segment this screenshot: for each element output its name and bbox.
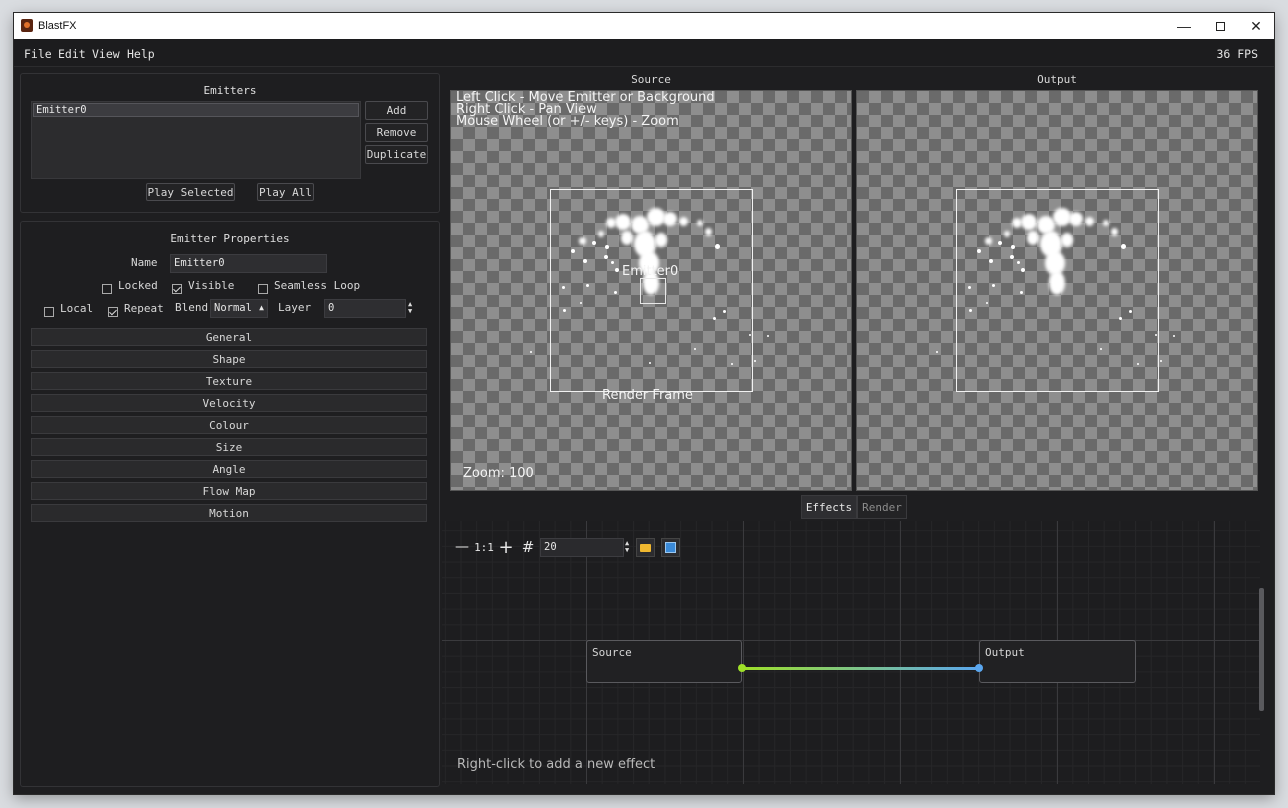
emitter-handle[interactable]: [640, 278, 666, 304]
menu-help[interactable]: Help: [127, 47, 155, 61]
local-label: Local: [60, 302, 94, 315]
window-title: BlastFX: [38, 20, 77, 32]
output-viewport-label: Output: [1037, 73, 1077, 86]
add-effect-hint: Right-click to add a new effect: [457, 757, 656, 772]
section-general[interactable]: General: [31, 328, 427, 346]
emitter-label: Emitter0: [622, 264, 679, 279]
grid-icon[interactable]: #: [519, 538, 537, 556]
save-icon: [665, 542, 676, 553]
source-output-pin[interactable]: [738, 664, 746, 672]
output-node[interactable]: Output: [979, 640, 1136, 683]
source-node[interactable]: Source: [586, 640, 742, 683]
duplicate-emitter-button[interactable]: Duplicate: [365, 145, 428, 164]
list-item[interactable]: Emitter0: [33, 103, 359, 117]
locked-checkbox[interactable]: [102, 284, 112, 294]
seamless-loop-checkbox[interactable]: [258, 284, 268, 294]
close-button[interactable]: ✕: [1238, 13, 1274, 39]
grid-size-spinner-icon[interactable]: ▲ ▼: [625, 540, 629, 554]
emitter-name-input[interactable]: Emitter0: [170, 254, 327, 273]
dropdown-arrows-icon: ▲: [259, 303, 264, 312]
blend-select[interactable]: Normal ▲: [210, 299, 268, 318]
remove-emitter-button[interactable]: Remove: [365, 123, 428, 142]
zoom-in-icon[interactable]: +: [497, 537, 515, 558]
source-viewport-label: Source: [631, 73, 671, 86]
play-selected-button[interactable]: Play Selected: [146, 183, 235, 201]
section-velocity[interactable]: Velocity: [31, 394, 427, 412]
menu-file[interactable]: File: [24, 47, 52, 61]
layer-spinner-icon[interactable]: ▲ ▼: [408, 301, 412, 315]
tab-effects[interactable]: Effects: [801, 495, 857, 519]
app-window: BlastFX — ✕ File Edit View Help 36 FPS E…: [14, 13, 1274, 794]
maximize-button[interactable]: [1202, 13, 1238, 39]
output-viewport: [856, 90, 1258, 491]
grid-size-input[interactable]: 20: [540, 538, 624, 557]
output-input-pin[interactable]: [975, 664, 983, 672]
emitters-panel: Emitters Emitter0 Add Remove Duplicate P…: [20, 73, 440, 213]
graph-scrollbar[interactable]: [1259, 588, 1264, 711]
open-file-button[interactable]: [636, 538, 655, 557]
seamless-loop-label: Seamless Loop: [274, 279, 361, 292]
emitter-properties-panel: Emitter Properties Name Emitter0 Locked …: [20, 221, 440, 787]
zoom-out-icon[interactable]: —: [453, 538, 471, 556]
locked-label: Locked: [118, 279, 158, 292]
title-bar: BlastFX — ✕: [14, 13, 1274, 39]
save-file-button[interactable]: [661, 538, 680, 557]
section-shape[interactable]: Shape: [31, 350, 427, 368]
node-connection: [742, 667, 980, 670]
source-viewport[interactable]: Left Click - Move Emitter or Background …: [450, 90, 852, 491]
blend-value: Normal: [214, 302, 252, 314]
section-texture[interactable]: Texture: [31, 372, 427, 390]
tab-render[interactable]: Render: [857, 495, 907, 519]
visible-checkbox[interactable]: [172, 284, 182, 294]
repeat-label: Repeat: [124, 302, 164, 315]
section-size[interactable]: Size: [31, 438, 427, 456]
render-frame-label: Render Frame: [602, 388, 693, 403]
repeat-checkbox[interactable]: [108, 307, 118, 317]
effects-graph[interactable]: — 1:1 + # 20 ▲ ▼ Source Output Right-clic…: [442, 521, 1260, 784]
menu-view[interactable]: View: [92, 47, 120, 61]
section-motion[interactable]: Motion: [31, 504, 427, 522]
zoom-readout: Zoom: 100: [463, 466, 534, 481]
layer-label: Layer: [278, 301, 312, 314]
menu-bar: File Edit View Help 36 FPS: [14, 39, 1274, 67]
help-line-3: Mouse Wheel (or +/- keys) - Zoom: [456, 114, 679, 129]
section-angle[interactable]: Angle: [31, 460, 427, 478]
source-node-title: Source: [592, 646, 632, 659]
actual-size-icon[interactable]: 1:1: [474, 538, 494, 556]
section-flow-map[interactable]: Flow Map: [31, 482, 427, 500]
properties-title: Emitter Properties: [170, 232, 290, 245]
menu-edit[interactable]: Edit: [58, 47, 86, 61]
layer-input[interactable]: 0: [324, 299, 406, 318]
app-logo-icon: [21, 19, 33, 32]
name-label: Name: [131, 256, 158, 269]
emitter-list[interactable]: Emitter0: [31, 101, 361, 179]
add-emitter-button[interactable]: Add: [365, 101, 428, 120]
minimize-button[interactable]: —: [1166, 13, 1202, 39]
play-all-button[interactable]: Play All: [257, 183, 314, 201]
fps-counter: 36 FPS: [1216, 47, 1258, 61]
visible-label: Visible: [188, 279, 235, 292]
emitters-title: Emitters: [203, 84, 257, 97]
maximize-icon: [1215, 21, 1225, 31]
local-checkbox[interactable]: [44, 307, 54, 317]
section-colour[interactable]: Colour: [31, 416, 427, 434]
output-node-title: Output: [985, 646, 1025, 659]
blend-label: Blend: [175, 301, 209, 314]
folder-icon: [640, 543, 651, 552]
